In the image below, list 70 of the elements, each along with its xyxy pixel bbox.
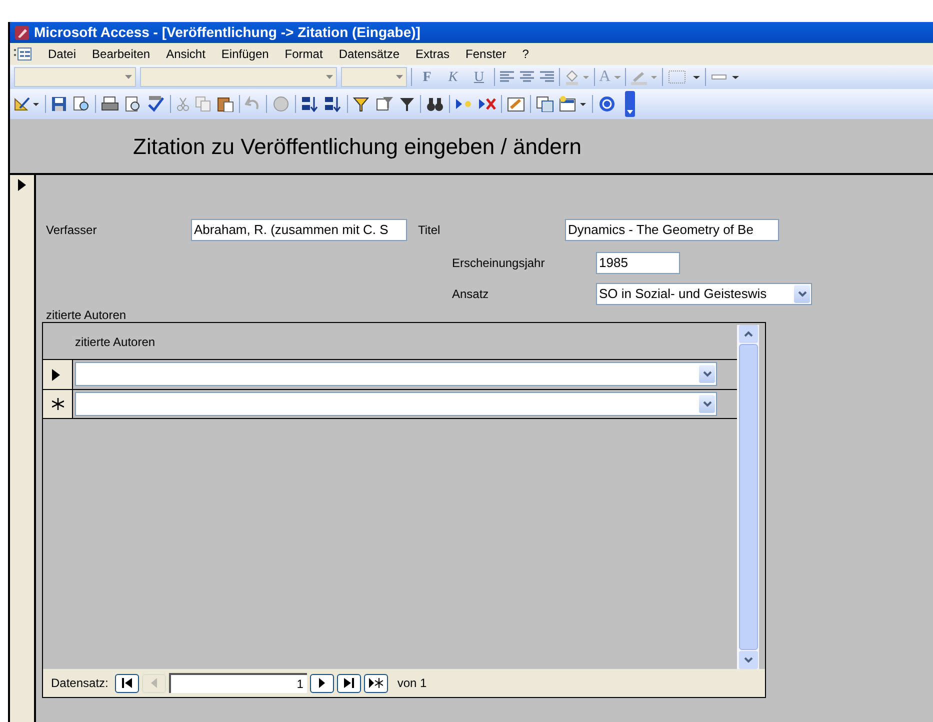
field-label: Verfasser (46, 222, 98, 239)
menu-item[interactable]: Ansicht (158, 45, 214, 63)
align-right-icon[interactable] (539, 69, 555, 85)
binoculars-icon[interactable] (426, 96, 444, 112)
dropdown-field[interactable] (75, 392, 717, 416)
sort-descending-icon[interactable] (324, 96, 342, 112)
menu-item[interactable]: Bearbeiten (84, 45, 158, 63)
print-icon[interactable] (101, 96, 119, 112)
menu-item[interactable]: Fenster (458, 45, 514, 63)
properties-icon[interactable] (507, 96, 525, 112)
font-color-letter: A (599, 67, 611, 87)
sort-ascending-icon[interactable] (301, 96, 319, 112)
text-field[interactable]: Abraham, R. (zusammen mit C. S (191, 219, 407, 241)
subform-label: zitierte Autoren (46, 308, 128, 322)
app-icon (14, 24, 30, 40)
delete-record-icon[interactable] (478, 96, 496, 112)
new-record-icon (369, 678, 384, 688)
window-title: Microsoft Access - [Veröffentlichung -> Zitation (Eingabe)] (34, 23, 420, 42)
field-label: Ansatz (452, 286, 490, 303)
dropdown-button[interactable] (699, 365, 715, 383)
menu-item[interactable]: Datensätze (330, 45, 408, 63)
filter-selection-icon[interactable] (353, 96, 371, 112)
menu-item[interactable]: ? (514, 45, 537, 63)
chevron-down-icon (627, 110, 633, 114)
menu-item[interactable]: Einfügen (213, 45, 277, 63)
navigation-label: Datensatz: (51, 675, 108, 692)
first-record-icon (120, 678, 134, 688)
caret-up-icon (744, 331, 752, 337)
design-view-icon[interactable] (14, 96, 40, 112)
filter-form-icon[interactable] (376, 96, 394, 112)
form-icon[interactable] (14, 47, 32, 61)
last-record-icon (342, 678, 356, 688)
save-icon[interactable] (51, 96, 67, 112)
dropdown-field[interactable]: SO in Sozial- und Geisteswis (596, 283, 812, 305)
menu-item[interactable]: Format (276, 45, 331, 63)
text-field[interactable]: Dynamics - The Geometry of Be (565, 219, 779, 241)
print-preview-icon[interactable] (124, 96, 142, 112)
spell-check-icon[interactable] (147, 96, 165, 112)
database-window-icon[interactable] (536, 96, 554, 112)
next-record-button[interactable] (310, 674, 334, 692)
caret-down-icon (798, 291, 806, 297)
caret-down-icon (702, 401, 712, 407)
asterisk-icon (52, 398, 64, 410)
align-left-icon[interactable] (499, 69, 515, 85)
menu-item[interactable]: Extras (408, 45, 458, 63)
record-count: von 1 (397, 675, 427, 692)
new-record-button[interactable] (364, 674, 388, 692)
menu-item[interactable]: Datei (40, 45, 84, 63)
vertical-scrollbar[interactable] (737, 325, 759, 669)
line-color-icon[interactable] (630, 69, 658, 85)
dropdown-button[interactable] (794, 285, 810, 303)
last-record-button[interactable] (337, 674, 362, 692)
field-label: Titel (418, 222, 442, 239)
caret-down-icon (702, 371, 712, 377)
align-center-icon[interactable] (519, 69, 535, 85)
new-object-icon[interactable] (559, 96, 587, 112)
dropdown-button[interactable] (699, 395, 715, 413)
toolbar-options-button[interactable] (625, 91, 635, 117)
first-record-button[interactable] (115, 674, 140, 692)
form-header-title: Zitation zu Veröffentlichung eingeben / ändern (133, 132, 582, 161)
paste-icon[interactable] (216, 96, 234, 112)
file-search-icon[interactable] (72, 96, 90, 112)
field-label: Erscheinungsjahr (452, 255, 546, 272)
dropdown-field[interactable] (75, 362, 717, 386)
caret-down-icon (744, 657, 752, 663)
new-record-icon[interactable] (455, 96, 473, 112)
filter-icon[interactable] (399, 96, 415, 112)
record-number-field[interactable]: 1 (169, 673, 308, 693)
column-header: zitierte Autoren (74, 334, 156, 351)
text-field[interactable]: 1985 (596, 252, 680, 274)
